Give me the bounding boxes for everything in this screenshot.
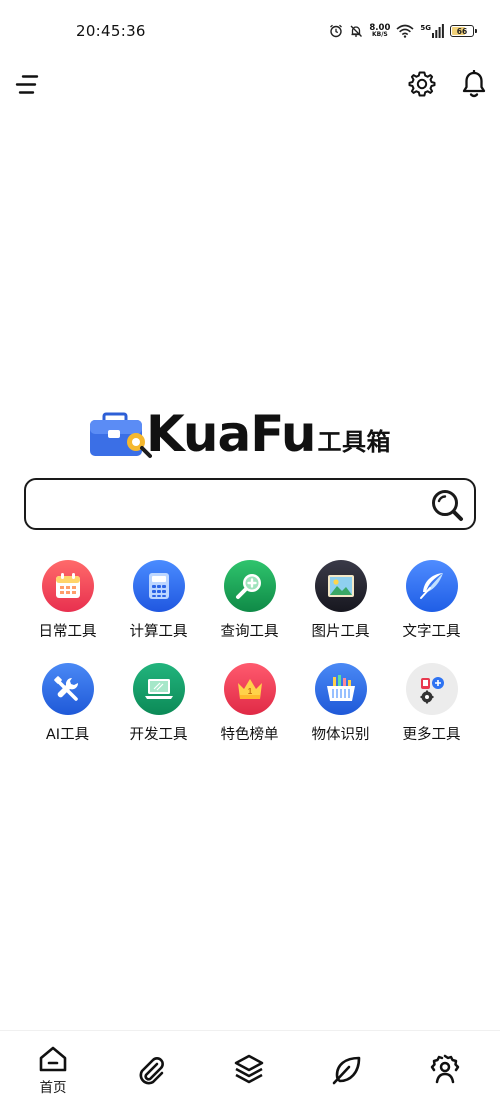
- tool-label: 查询工具: [220, 624, 279, 640]
- crown-icon: 1: [237, 679, 262, 699]
- search-icon: [432, 490, 463, 521]
- status-icons: 8.00 KB/S 5G 66: [329, 20, 477, 42]
- nav-profile[interactable]: [415, 1053, 475, 1111]
- alarm-icon: [330, 24, 343, 38]
- toolbox-logo-icon: [90, 412, 152, 458]
- tool-query[interactable]: 查询工具: [204, 560, 295, 641]
- feather-icon: [419, 573, 443, 599]
- tool-label: AI工具: [45, 727, 90, 743]
- signal-icon: [432, 24, 444, 38]
- tool-label: 图片工具: [311, 624, 370, 640]
- picture-icon: [327, 575, 354, 597]
- search-button[interactable]: [430, 488, 464, 522]
- bell-icon: [462, 69, 486, 98]
- tool-label: 物体识别: [311, 727, 370, 743]
- nav-attachments[interactable]: [121, 1055, 181, 1111]
- nav-layers[interactable]: [219, 1053, 279, 1111]
- more-apps-icon: [420, 677, 444, 704]
- tool-more-circle: [405, 663, 458, 715]
- wrench-icon: [53, 676, 78, 701]
- tool-image-circle: [314, 560, 367, 612]
- notifications-button[interactable]: [461, 69, 487, 98]
- search-input[interactable]: [38, 488, 418, 520]
- network-type: 5G: [420, 24, 431, 32]
- tool-daily-circle: [41, 560, 94, 612]
- tool-dev-circle: [132, 663, 185, 715]
- menu-icon: [15, 75, 39, 94]
- signal-indicator: 5G: [420, 24, 444, 38]
- net-speed: 8.00 KB/S: [369, 24, 390, 39]
- top-bar: [0, 62, 500, 108]
- net-speed-unit: KB/S: [372, 31, 388, 39]
- calendar-icon: [55, 573, 80, 598]
- nav-home[interactable]: 首页: [23, 1045, 83, 1105]
- tool-dev[interactable]: 开发工具: [113, 663, 204, 744]
- tool-label: 特色榜单: [220, 727, 279, 743]
- logo-subtitle: 工具箱: [317, 427, 391, 456]
- wifi-icon: [396, 24, 414, 38]
- tool-more[interactable]: 更多工具: [386, 663, 477, 744]
- tool-query-circle: [223, 560, 276, 612]
- settings-button[interactable]: [408, 70, 436, 98]
- paperclip-icon: [139, 1057, 164, 1085]
- battery-icon: 66: [450, 25, 477, 37]
- status-time: 20:45:36: [76, 22, 146, 40]
- basket-icon: [326, 675, 355, 701]
- logo-wordmark: KuaFu: [146, 405, 316, 463]
- gear-person-icon: [430, 1054, 460, 1084]
- settings-icon: [408, 71, 436, 97]
- tool-ai[interactable]: AI工具: [22, 663, 113, 744]
- tool-text[interactable]: 文字工具: [386, 560, 477, 641]
- tool-grid: 日常工具 计算工具 查询工具 图片工具 文字工具 AI工具 开发工具 1 特色榜…: [22, 560, 478, 744]
- tool-calculator[interactable]: 计算工具: [113, 560, 204, 641]
- menu-button[interactable]: [14, 72, 40, 98]
- tool-label: 计算工具: [129, 624, 188, 640]
- status-bar: 20:45:36 8.00 KB/S 5G 66: [0, 0, 500, 62]
- tool-label: 日常工具: [38, 624, 97, 640]
- tool-label: 文字工具: [402, 624, 461, 640]
- leaf-icon: [332, 1056, 361, 1085]
- battery-level: 66: [456, 26, 468, 36]
- tool-calculator-circle: [132, 560, 185, 612]
- tool-recognition[interactable]: 物体识别: [295, 663, 386, 744]
- layers-icon: [234, 1054, 264, 1084]
- bottom-nav: 首页: [0, 1030, 500, 1111]
- mute-icon: [350, 25, 363, 37]
- tool-label: 开发工具: [129, 727, 188, 743]
- nav-home-label: 首页: [39, 1080, 67, 1096]
- tool-ranking-circle: 1: [223, 663, 276, 715]
- laptop-icon: [144, 679, 173, 699]
- svg-text:1: 1: [247, 687, 252, 696]
- tool-image[interactable]: 图片工具: [295, 560, 386, 641]
- home-icon: [39, 1046, 67, 1072]
- tool-ai-circle: [41, 663, 94, 715]
- search-box[interactable]: [24, 478, 476, 530]
- calculator-icon: [148, 573, 169, 599]
- app-logo: KuaFu 工具箱: [86, 406, 416, 462]
- tool-daily[interactable]: 日常工具: [22, 560, 113, 641]
- nav-discover[interactable]: [317, 1055, 377, 1111]
- tool-text-circle: [405, 560, 458, 612]
- tool-recognition-circle: [314, 663, 367, 715]
- magnifier-icon: [235, 574, 261, 599]
- tool-ranking[interactable]: 1 特色榜单: [204, 663, 295, 744]
- tool-label: 更多工具: [402, 727, 461, 743]
